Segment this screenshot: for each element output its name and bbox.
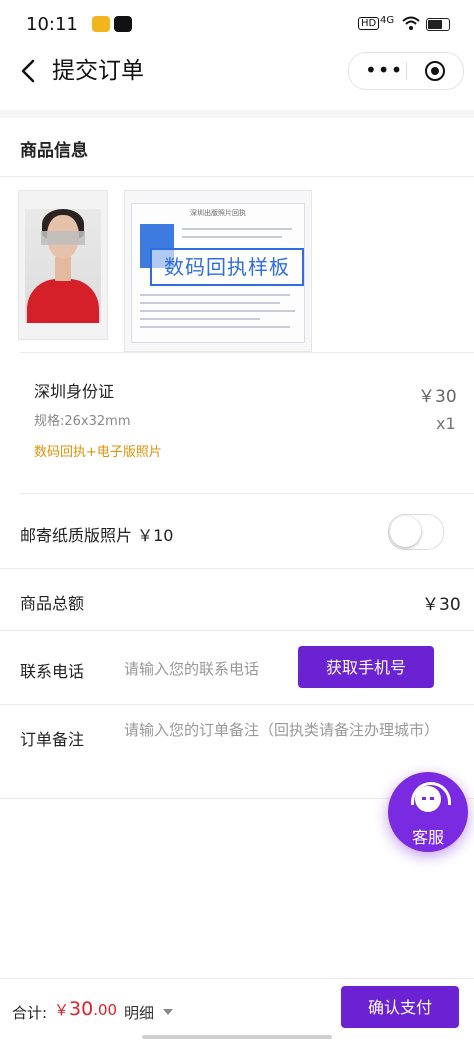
chevron-down-icon[interactable] [163,1009,173,1015]
portrait-image [25,209,101,323]
close-miniprogram-icon[interactable] [425,61,445,81]
customer-service-button[interactable]: 客服 [388,772,468,852]
divider [20,352,474,353]
network-label: 4G [380,15,395,26]
total-label: 商品总额 [20,594,85,613]
receipt-document-image: 深圳出版照片回执 数码回执样板 [131,203,305,343]
id-photo-preview[interactable] [18,190,108,340]
sum-integer: 30 [69,998,94,1020]
more-menu-icon[interactable]: ••• [365,60,403,80]
product-spec: 规格:26x32mm [34,414,131,429]
get-phone-button[interactable]: 获取手机号 [298,646,434,688]
sum-amount: ￥30.00 [54,998,117,1020]
sample-watermark: 数码回执样板 [150,248,304,286]
mail-photo-toggle[interactable] [388,514,444,550]
product-tag: 数码回执+电子版照片 [34,445,162,460]
status-time: 10:11 [26,14,78,35]
capsule-divider [406,62,407,80]
divider [0,110,474,118]
phone-label: 联系电话 [20,662,85,681]
section-title: 商品信息 [20,141,88,161]
remark-input[interactable] [124,720,442,768]
hd-badge: HD [358,17,380,30]
divider [20,493,474,494]
headset-icon [411,782,451,812]
phone-input[interactable] [124,656,294,682]
divider [0,704,474,705]
detail-toggle[interactable]: 明细 [124,1002,154,1023]
divider [0,568,474,569]
page-title: 提交订单 [52,58,144,84]
home-indicator[interactable] [142,1035,332,1039]
divider [0,176,474,177]
total-value: ￥30 [422,595,461,615]
miniprogram-capsule: ••• [348,52,464,90]
app-notification-icon [92,16,110,32]
status-bar: 10:11 HD 4G [0,0,474,48]
wifi-icon [402,16,420,30]
toggle-knob [390,516,421,547]
divider [0,630,474,631]
sum-decimal: .00 [93,1001,118,1019]
confirm-pay-button[interactable]: 确认支付 [341,986,459,1028]
back-icon[interactable] [14,56,44,86]
receipt-title: 深圳出版照片回执 [190,209,246,217]
customer-service-label: 客服 [411,828,444,847]
receipt-sample-preview[interactable]: 深圳出版照片回执 数码回执样板 [124,190,312,352]
sum-currency: ￥ [54,1001,70,1019]
app-notification-icon [114,16,132,32]
product-price: ￥30 [418,387,457,407]
mail-photo-label: 邮寄纸质版照片 ￥10 [20,526,174,545]
product-quantity: x1 [436,414,456,433]
product-name: 深圳身份证 [34,382,115,401]
battery-icon [426,18,450,31]
remark-label: 订单备注 [20,730,85,749]
sum-label: 合计: [12,1004,48,1022]
